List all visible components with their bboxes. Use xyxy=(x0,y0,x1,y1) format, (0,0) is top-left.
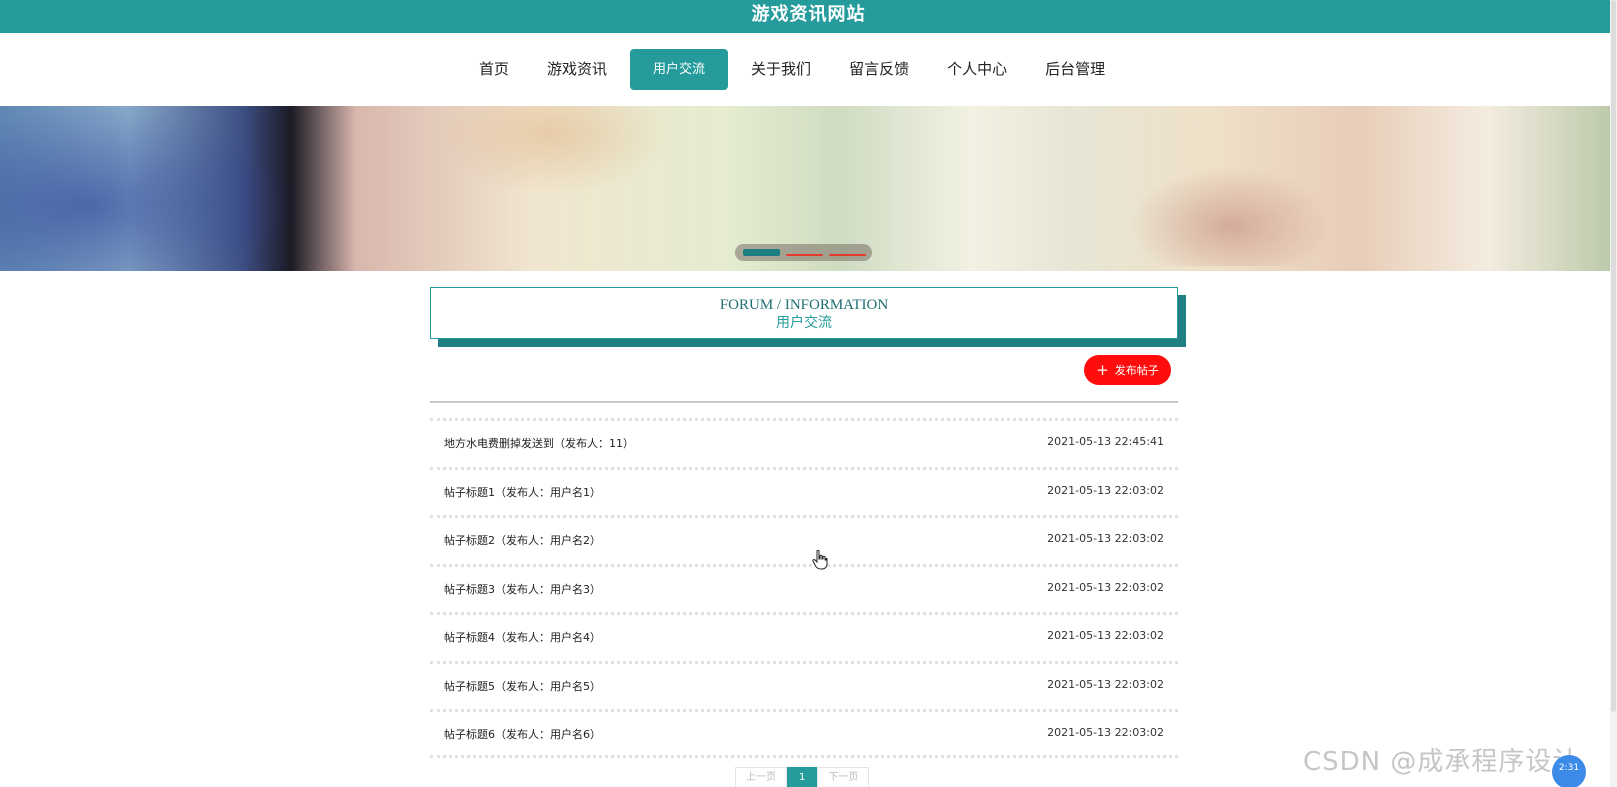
post-time: 2021-05-13 22:03:02 xyxy=(1047,580,1164,594)
nav-item-forum[interactable]: 用户交流 xyxy=(630,49,729,90)
plus-icon: + xyxy=(1096,360,1109,379)
publish-post-button[interactable]: + 发布帖子 xyxy=(1084,355,1171,385)
post-row[interactable]: 帖子标题1（发布人：用户名1） 2021-05-13 22:03:02 xyxy=(430,466,1178,516)
post-time: 2021-05-13 22:03:02 xyxy=(1047,629,1164,642)
post-title[interactable]: 帖子标题6（发布人：用户名6） xyxy=(444,726,601,742)
banner-image-layer xyxy=(0,106,300,271)
post-title[interactable]: 地方水电费删掉发送到（发布人：11） xyxy=(444,435,634,451)
publish-post-label: 发布帖子 xyxy=(1114,364,1159,377)
post-title[interactable]: 帖子标题1（发布人：用户名1） xyxy=(444,484,601,500)
hero-banner xyxy=(0,106,1617,271)
carousel-dot-1[interactable] xyxy=(743,249,780,256)
post-row[interactable]: 帖子标题6（发布人：用户名6） 2021-05-13 22:03:02 xyxy=(430,709,1178,758)
carousel-dot-2[interactable] xyxy=(786,254,823,256)
scrollbar[interactable] xyxy=(1610,0,1617,787)
nav-item-about-us[interactable]: 关于我们 xyxy=(732,49,830,90)
page-number-current[interactable]: 1 xyxy=(787,767,818,787)
prev-page-button[interactable]: 上一页 xyxy=(735,767,787,787)
nav-item-game-news[interactable]: 游戏资讯 xyxy=(528,49,626,90)
section-title-zh: 用户交流 xyxy=(776,315,832,331)
pagination: 上一页 1 下一页 xyxy=(735,767,870,787)
site-title: 游戏资讯网站 xyxy=(751,4,866,25)
post-title[interactable]: 帖子标题3（发布人：用户名3） xyxy=(444,581,601,597)
nav-item-admin[interactable]: 后台管理 xyxy=(1026,49,1124,90)
section-title-en: FORUM / INFORMATION xyxy=(719,297,889,313)
hand-cursor-icon xyxy=(812,550,828,570)
post-row[interactable]: 地方水电费删掉发送到（发布人：11） 2021-05-13 22:45:41 xyxy=(430,418,1178,467)
main-nav: 首页 游戏资讯 用户交流 关于我们 留言反馈 个人中心 后台管理 xyxy=(0,33,1617,106)
post-row[interactable]: 帖子标题3（发布人：用户名3） 2021-05-13 22:03:02 xyxy=(430,563,1178,613)
carousel-indicators xyxy=(735,244,872,261)
post-time: 2021-05-13 22:45:41 xyxy=(1047,435,1164,448)
post-row[interactable]: 帖子标题2（发布人：用户名2） 2021-05-13 22:03:02 xyxy=(430,515,1178,564)
nav-item-user-center[interactable]: 个人中心 xyxy=(928,49,1026,90)
watermark: CSDN @成承程序设计 xyxy=(1303,747,1580,777)
post-list: 地方水电费删掉发送到（发布人：11） 2021-05-13 22:45:41 帖… xyxy=(430,418,1178,758)
banner-image-layer xyxy=(1130,166,1330,266)
post-row[interactable]: 帖子标题5（发布人：用户名5） 2021-05-13 22:03:02 xyxy=(430,660,1178,710)
post-time: 2021-05-13 22:03:02 xyxy=(1047,532,1164,545)
post-time: 2021-05-13 22:03:02 xyxy=(1047,483,1164,497)
banner-image-layer xyxy=(430,106,670,196)
post-row[interactable]: 帖子标题4（发布人：用户名4） 2021-05-13 22:03:02 xyxy=(430,612,1178,661)
floating-badge[interactable]: 2:31 xyxy=(1552,755,1586,787)
section-heading: FORUM / INFORMATION 用户交流 xyxy=(430,287,1178,339)
nav-item-feedback[interactable]: 留言反馈 xyxy=(830,49,928,90)
divider xyxy=(430,401,1178,403)
post-time: 2021-05-13 22:03:02 xyxy=(1047,677,1164,691)
post-title[interactable]: 帖子标题4（发布人：用户名4） xyxy=(444,629,601,645)
nav-item-home[interactable]: 首页 xyxy=(460,49,528,90)
post-title[interactable]: 帖子标题2（发布人：用户名2） xyxy=(444,532,601,548)
next-page-button[interactable]: 下一页 xyxy=(817,767,870,787)
post-time: 2021-05-13 22:03:02 xyxy=(1047,726,1164,739)
carousel-dot-3[interactable] xyxy=(829,254,866,256)
site-header: 游戏资讯网站 xyxy=(0,0,1617,33)
scrollbar-thumb[interactable] xyxy=(1611,0,1616,712)
post-title[interactable]: 帖子标题5（发布人：用户名5） xyxy=(444,678,601,694)
nav-list: 首页 游戏资讯 用户交流 关于我们 留言反馈 个人中心 后台管理 xyxy=(460,49,1124,90)
